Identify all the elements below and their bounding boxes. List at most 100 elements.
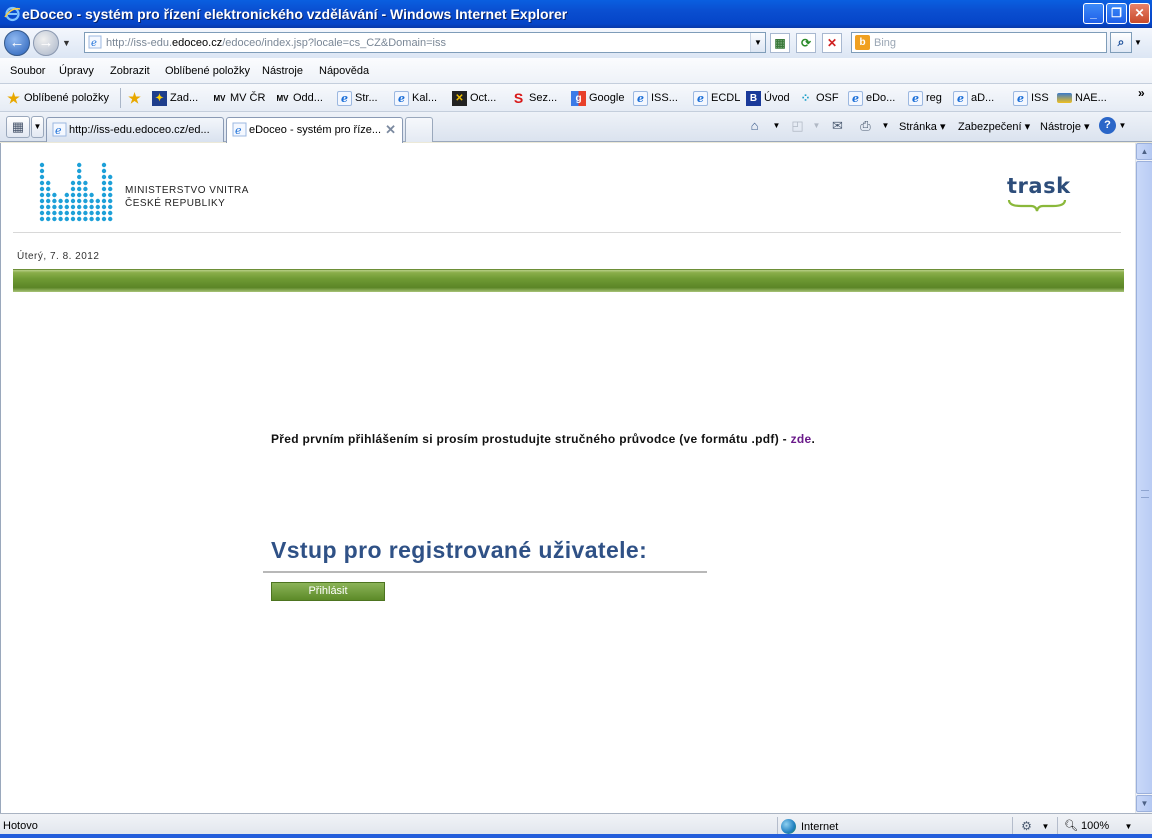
feeds-dropdown-icon[interactable]: ▼ (808, 117, 825, 134)
tab-label: http://iss-edu.edoceo.cz/ed... (69, 124, 210, 136)
ministry-line-2: ČESKÉ REPUBLIKY (125, 198, 226, 209)
mail-icon[interactable]: ✉ (829, 117, 846, 134)
stop-icon[interactable]: ✕ (822, 33, 842, 53)
menu-favorites[interactable]: Oblíbené položky (165, 65, 250, 77)
favorites-label: Oblíbené položky (24, 92, 109, 104)
ie-page-icon: e (908, 90, 923, 106)
home-icon[interactable]: ⌂ (746, 117, 763, 134)
menu-edit[interactable]: Úpravy (59, 65, 94, 77)
favorites-button[interactable]: ★ Oblíbené položky (6, 90, 109, 106)
close-button[interactable]: ✕ (1129, 3, 1150, 24)
scroll-down-icon[interactable]: ▼ (1136, 795, 1152, 812)
search-box[interactable]: b Bing (851, 32, 1107, 53)
history-dropdown-icon[interactable]: ▼ (62, 38, 71, 48)
fav-item-10[interactable]: e ECDL (693, 90, 740, 106)
window-title: eDoceo - systém pro řízení elektronickéh… (22, 6, 568, 22)
ie-page-icon: e (953, 90, 968, 106)
print-dropdown-icon[interactable]: ▼ (877, 117, 894, 134)
protected-mode-icon[interactable]: ⚙ (1018, 818, 1035, 835)
minimize-button[interactable]: _ (1083, 3, 1104, 24)
page-content: MINISTERSTVO VNITRA ČESKÉ REPUBLIKY tras… (0, 143, 1135, 813)
fav-item-8[interactable]: g Google (571, 90, 624, 106)
forward-button[interactable]: → (33, 30, 59, 56)
back-button[interactable]: ← (4, 30, 30, 56)
fav-item-14[interactable]: e reg (908, 90, 942, 106)
fav-item-13[interactable]: e eDo... (848, 90, 895, 106)
ministry-line-1: MINISTERSTVO VNITRA (125, 185, 249, 196)
ie-page-icon: e (633, 90, 648, 106)
quick-tabs-icon[interactable]: ▦ (6, 116, 30, 138)
refresh-icon[interactable]: ⟳ (796, 33, 816, 53)
page-menu-label: Stránka (899, 121, 937, 133)
more-favorites-icon[interactable]: » (1138, 86, 1145, 100)
fav-item-15[interactable]: e aD... (953, 90, 994, 106)
fav-item-1[interactable]: ✦ Zad... (152, 90, 198, 106)
fav-item-6[interactable]: ✕ Oct... (452, 90, 496, 106)
security-menu-label: Zabezpečení (958, 121, 1022, 133)
seznam-icon: S (513, 89, 524, 106)
search-button[interactable]: ⌕ (1110, 32, 1132, 53)
help-dropdown-icon[interactable]: ▼ (1114, 117, 1131, 134)
menu-view[interactable]: Zobrazit (110, 65, 150, 77)
protected-mode-dropdown-icon[interactable]: ▼ (1037, 818, 1054, 835)
address-dropdown-icon[interactable]: ▼ (750, 33, 765, 52)
card-icon (1057, 93, 1072, 103)
fav-item-17[interactable]: NAE... (1057, 90, 1107, 106)
ie-page-icon: e (337, 90, 352, 106)
fav-item-4[interactable]: e Str... (337, 90, 378, 106)
menu-bar: Soubor Úpravy Zobrazit Oblíbené položky … (0, 58, 1152, 84)
fav-label: aD... (971, 92, 995, 104)
fav-item-7[interactable]: S Sez... (511, 90, 557, 106)
fav-label: eDo... (866, 92, 896, 104)
menu-tools[interactable]: Nástroje (262, 65, 303, 77)
fav-item-2[interactable]: MV MV ČR (212, 90, 266, 106)
vertical-scrollbar[interactable]: ▲ ▼ (1135, 143, 1152, 813)
home-dropdown-icon[interactable]: ▼ (768, 117, 785, 134)
ie-page-icon: e (848, 90, 863, 106)
compatibility-view-icon[interactable]: ▦ (770, 33, 790, 53)
mv-icon: MV (276, 93, 289, 103)
tab-2-active[interactable]: e eDoceo - systém pro říze... ✕ (226, 117, 403, 143)
taskbar-strip (0, 834, 1152, 838)
fav-item-9[interactable]: e ISS... (633, 90, 678, 106)
fav-label: ECDL (711, 92, 741, 104)
fav-item-11[interactable]: B Úvod (746, 90, 790, 106)
guide-link[interactable]: zde (791, 432, 812, 446)
add-favorite-icon[interactable]: ★ (127, 90, 145, 106)
zone-label: Internet (801, 820, 839, 833)
login-button[interactable]: Přihlásit (271, 582, 385, 601)
fav-item-12[interactable]: ⁘ OSF (798, 90, 838, 106)
security-zone[interactable]: Internet (781, 819, 838, 834)
security-menu[interactable]: Zabezpečení ▾ (958, 120, 1030, 133)
address-bar[interactable]: e http://iss-edu.edoceo.cz/edoceo/index.… (84, 32, 766, 53)
close-tab-icon[interactable]: ✕ (385, 122, 396, 138)
page-menu[interactable]: Stránka ▾ (899, 120, 946, 133)
menu-help[interactable]: Nápověda (319, 65, 369, 77)
fav-item-16[interactable]: e ISS (1013, 90, 1049, 106)
fav-label: Odd... (293, 92, 323, 104)
favorites-separator (120, 88, 121, 108)
tools-menu[interactable]: Nástroje ▾ (1040, 120, 1090, 133)
feeds-icon[interactable]: ◰ (789, 117, 806, 134)
menu-file[interactable]: Soubor (10, 65, 45, 77)
oct-icon: ✕ (452, 90, 467, 106)
tab-list-dropdown-icon[interactable]: ▼ (31, 116, 44, 138)
svg-text:e: e (235, 124, 242, 137)
new-tab-button[interactable] (405, 117, 433, 142)
fav-item-5[interactable]: e Kal... (394, 90, 437, 106)
scroll-up-icon[interactable]: ▲ (1136, 143, 1152, 160)
search-dropdown-icon[interactable]: ▼ (1134, 38, 1142, 47)
zoom-level[interactable]: 🔍︎ 100% (1064, 819, 1109, 832)
fav-label: Google (589, 92, 625, 104)
print-icon[interactable]: ⎙ (857, 117, 874, 134)
fav-item-3[interactable]: MV Odd... (275, 90, 323, 106)
maximize-button[interactable]: ❐ (1106, 3, 1127, 24)
eu-flag-icon: ✦ (152, 90, 167, 106)
fav-label: ISS (1031, 92, 1049, 104)
scroll-thumb[interactable] (1136, 161, 1152, 794)
fav-label: Kal... (412, 92, 438, 104)
zoom-dropdown-icon[interactable]: ▼ (1120, 818, 1137, 835)
url-text[interactable]: http://iss-edu.edoceo.cz/edoceo/index.js… (106, 37, 446, 49)
scroll-grip (1141, 490, 1149, 498)
tab-1[interactable]: e http://iss-edu.edoceo.cz/ed... (46, 117, 224, 142)
